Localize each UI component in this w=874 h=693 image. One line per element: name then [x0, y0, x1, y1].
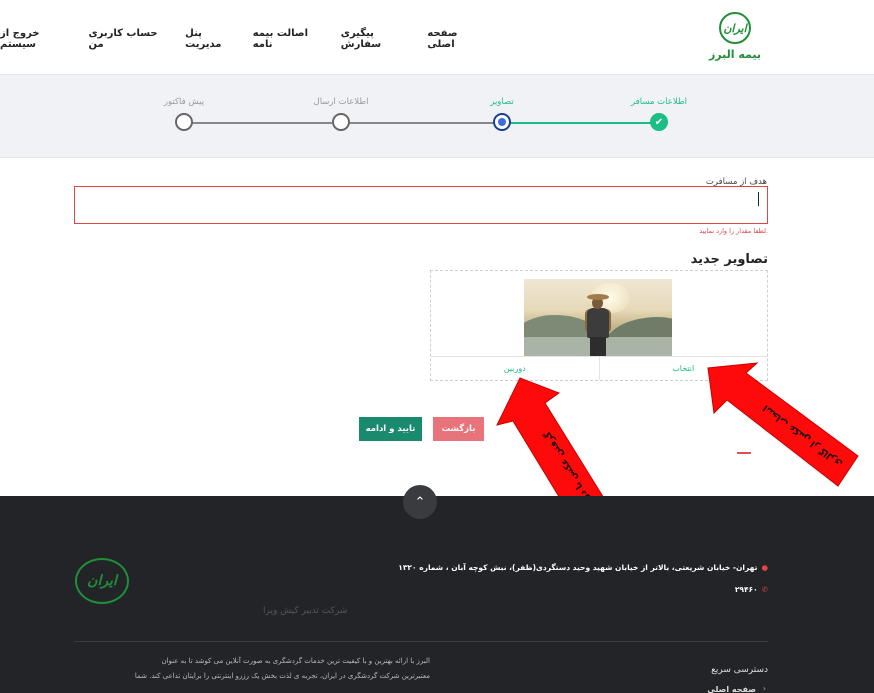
step-dot-traveler[interactable]: ✔: [650, 113, 668, 131]
step-label-invoice: پیش فاکتور: [163, 97, 205, 107]
chevron-up-icon: ⌃: [414, 494, 426, 510]
logo-mark: ایران: [719, 12, 751, 44]
arrow-gallery: انتخاب عکس از گالری: [707, 362, 859, 487]
scroll-to-top-button[interactable]: ⌃: [403, 485, 437, 519]
upload-actions: دوربین انتخاب: [431, 356, 767, 380]
nav-logout[interactable]: خروج از سیستم: [0, 28, 73, 50]
step-line-done: [510, 122, 658, 124]
image-upload-box: دوربین انتخاب: [430, 270, 768, 381]
choose-button[interactable]: انتخاب: [600, 357, 768, 380]
nav-order-tracking[interactable]: پیگیری سفارش: [341, 28, 413, 50]
footer-divider: [74, 641, 768, 642]
main-nav: صفحه اصلی پیگیری سفارش اصالت بیمه نامه پ…: [0, 28, 484, 50]
step-line-2: [340, 122, 502, 124]
nav-my-account[interactable]: حساب کاربری من: [88, 28, 170, 50]
footer-logo: ایران: [75, 558, 129, 604]
footer-about-line1: البرز با ارائه بهترین و با کیفیت ترین خد…: [161, 657, 430, 665]
footer-address: ●تهران- خیابان شریعتی، بالاتر از خیابان …: [398, 563, 768, 572]
location-pin-icon: ●: [761, 563, 768, 572]
nav-admin-panel[interactable]: پنل مدیریت: [185, 28, 238, 50]
validation-error: لطفا مقدار را وارد نمایید.: [699, 227, 768, 235]
alborz-logo[interactable]: ایران بیمه البرز: [702, 12, 768, 64]
trip-purpose-input[interactable]: [74, 186, 768, 224]
site-header: ایران بیمه البرز صفحه اصلی پیگیری سفارش …: [0, 0, 874, 74]
red-dash-mark: [737, 452, 751, 454]
step-label-traveler: اطلاعات مسافر: [630, 97, 688, 107]
photo-hat: [587, 294, 609, 300]
step-label-shipping: اطلاعات ارسال: [313, 97, 369, 107]
photo-body: [587, 308, 609, 338]
step-dot-shipping[interactable]: [332, 113, 350, 131]
step-label-images: تصاویر: [490, 97, 514, 107]
footer-link-home[interactable]: صفحه اصلی: [707, 684, 765, 693]
preview-image: [524, 279, 672, 356]
footer-about-line2: معتبرترین شرکت گردشگری در ایران، تجربه ی…: [134, 672, 430, 680]
footer-phone: ✆۲۹۴۶۰: [735, 585, 768, 594]
step-dot-invoice[interactable]: [175, 113, 193, 131]
photo-hiker: [584, 289, 612, 356]
step-dot-images[interactable]: [493, 113, 511, 131]
camera-button[interactable]: دوربین: [431, 357, 600, 380]
footer-phone-text: ۲۹۴۶۰: [734, 585, 758, 594]
footer-quick-access-title: دسترسی سریع: [711, 665, 768, 675]
text-caret: [758, 192, 759, 206]
back-button[interactable]: بازگشت: [433, 417, 484, 441]
photo-legs: [590, 337, 606, 356]
confirm-continue-button[interactable]: تایید و ادامه: [359, 417, 422, 441]
new-images-title: تصاویر جدید: [690, 252, 768, 267]
progress-stepper: اطلاعات مسافر تصاویر اطلاعات ارسال پیش ف…: [0, 74, 874, 158]
arrow-gallery-label: انتخاب عکس از گالری: [760, 402, 844, 470]
phone-icon: ✆: [761, 585, 768, 594]
footer-company: شرکت تدبیر کیش ویرا: [263, 606, 348, 616]
site-footer: [0, 496, 874, 693]
footer-address-text: تهران- خیابان شریعتی، بالاتر از خیابان ش…: [398, 563, 758, 572]
nav-policy-authenticity[interactable]: اصالت بیمه نامه: [253, 28, 326, 50]
nav-home[interactable]: صفحه اصلی: [427, 28, 484, 50]
check-icon: ✔: [654, 116, 664, 128]
logo-text: بیمه البرز: [708, 48, 762, 61]
step-line-3: [184, 122, 332, 124]
